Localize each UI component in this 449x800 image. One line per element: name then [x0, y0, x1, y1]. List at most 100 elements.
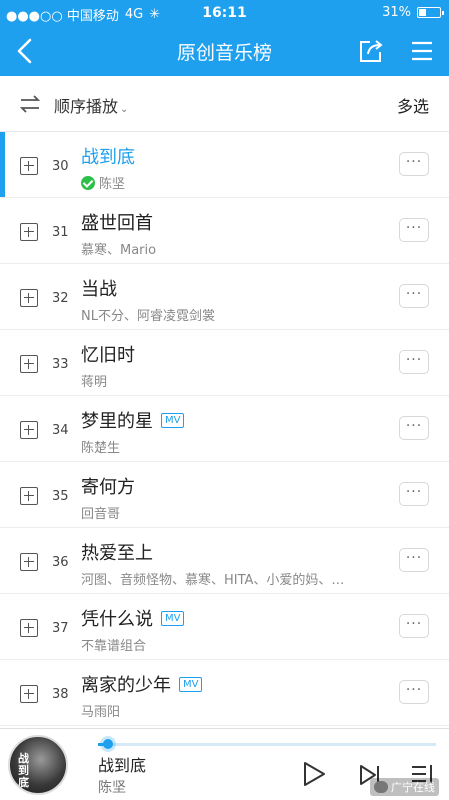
song-artist-line: 慕寒、Mario: [81, 239, 156, 258]
mv-badge[interactable]: MV: [179, 676, 203, 692]
song-artist-line: 陈楚生: [81, 437, 120, 456]
song-title-line: 盛世回首: [81, 209, 153, 235]
song-rank: 32: [52, 291, 69, 306]
song-title-line: 当战: [81, 275, 117, 301]
hamburger-menu-icon[interactable]: [409, 38, 435, 64]
watermark-text: 广宁在线: [391, 781, 435, 794]
song-artist: 蒋明: [81, 375, 108, 390]
progress-bar[interactable]: [98, 739, 436, 749]
more-options-button[interactable]: ···: [399, 152, 429, 176]
song-title: 热爱至上: [81, 543, 153, 564]
song-rank: 34: [52, 423, 69, 438]
song-title: 战到底: [81, 147, 135, 168]
song-artist: 不靠谱组合: [81, 639, 147, 654]
watermark: 广宁在线: [370, 778, 439, 796]
status-right: 31%: [382, 5, 444, 20]
song-row[interactable]: 33 忆旧时蒋明 ···: [0, 330, 449, 396]
sequential-play-icon[interactable]: [18, 92, 42, 116]
multi-select-button[interactable]: 多选: [397, 93, 429, 117]
song-title: 寄何方: [81, 477, 135, 498]
song-artist-line: 不靠谱组合: [81, 635, 146, 654]
cover-text: 战到底: [18, 752, 29, 789]
more-options-button[interactable]: ···: [399, 350, 429, 374]
wechat-icon: [374, 781, 388, 793]
song-rank: 31: [52, 225, 69, 240]
song-row[interactable]: 38 离家的少年 MV 马雨阳 ···: [0, 660, 449, 726]
song-row[interactable]: 37 凭什么说 MV 不靠谱组合 ···: [0, 594, 449, 660]
song-artist: 马雨阳: [81, 705, 121, 720]
song-artist-line: NL不分、阿睿凌霓剑裳: [81, 305, 215, 324]
add-icon[interactable]: [20, 289, 38, 307]
song-list: 30 战到底陈坚 ··· 31 盛世回首慕寒、Mario ··· 32 当战 NL不分、阿睿凌霓…: [0, 132, 449, 726]
add-icon[interactable]: [20, 619, 38, 637]
add-icon[interactable]: [20, 355, 38, 373]
more-options-button[interactable]: ···: [399, 680, 429, 704]
nav-bar: 原创音乐榜: [0, 26, 449, 76]
more-options-button[interactable]: ···: [399, 548, 429, 572]
song-row[interactable]: 31 盛世回首慕寒、Mario ···: [0, 198, 449, 264]
song-rank: 33: [52, 357, 69, 372]
chevron-down-icon: ⌄: [120, 104, 129, 115]
song-artist-line: 河图、音频怪物、慕寒、HITA、小爱的妈、…: [81, 569, 344, 588]
song-title-line: 热爱至上: [81, 539, 153, 565]
add-icon[interactable]: [20, 223, 38, 241]
song-title: 当战: [81, 279, 117, 300]
song-artist-line: 蒋明: [81, 371, 107, 390]
status-bar: ●●●○○ 中国移动 4G ✳ 16:11 31%: [0, 0, 449, 26]
song-artist-line: 马雨阳: [81, 701, 120, 720]
add-icon[interactable]: [20, 685, 38, 703]
more-options-button[interactable]: ···: [399, 614, 429, 638]
song-title-line: 战到底: [81, 143, 135, 169]
song-rank: 35: [52, 489, 69, 504]
song-rank: 37: [52, 621, 69, 636]
song-rank: 38: [52, 687, 69, 702]
more-options-button[interactable]: ···: [399, 218, 429, 242]
song-row[interactable]: 36 热爱至上河图、音频怪物、慕寒、HITA、小爱的妈、… ···: [0, 528, 449, 594]
song-row[interactable]: 30 战到底陈坚 ···: [0, 132, 449, 198]
song-title: 梦里的星: [81, 411, 153, 432]
song-rank: 36: [52, 555, 69, 570]
song-title: 凭什么说: [81, 609, 153, 630]
song-title-line: 忆旧时: [81, 341, 135, 367]
play-order-label: 顺序播放: [54, 97, 119, 116]
song-title-line: 凭什么说 MV: [81, 605, 185, 631]
song-rank: 30: [52, 159, 69, 174]
song-row[interactable]: 32 当战 NL不分、阿睿凌霓剑裳 ···: [0, 264, 449, 330]
song-title-line: 离家的少年 MV: [81, 671, 203, 697]
add-icon[interactable]: [20, 487, 38, 505]
share-icon[interactable]: [357, 37, 385, 65]
song-artist: 回音哥: [81, 507, 121, 522]
song-artist: 陈坚: [99, 177, 126, 192]
song-artist: 慕寒、Mario: [81, 243, 157, 258]
song-artist-line: 回音哥: [81, 503, 120, 522]
song-artist: 河图、音频怪物、慕寒、HITA、小爱的妈、…: [81, 573, 345, 588]
more-options-button[interactable]: ···: [399, 482, 429, 506]
song-title: 离家的少年: [81, 675, 171, 696]
now-playing-artist: 陈坚: [98, 780, 126, 796]
song-title: 忆旧时: [81, 345, 135, 366]
now-playing-bar[interactable]: 战到底 战到底 陈坚 广宁在线: [0, 728, 449, 800]
battery-percent: 31%: [382, 5, 411, 20]
add-icon[interactable]: [20, 553, 38, 571]
song-title-line: 梦里的星 MV: [81, 407, 185, 433]
add-icon[interactable]: [20, 421, 38, 439]
song-title-line: 寄何方: [81, 473, 135, 499]
song-artist: 陈楚生: [81, 441, 121, 456]
song-artist: NL不分、阿睿凌霓剑裳: [81, 309, 215, 324]
mv-badge[interactable]: MV: [161, 412, 185, 428]
now-playing-title: 战到底: [98, 756, 147, 775]
song-row[interactable]: 35 寄何方回音哥 ···: [0, 462, 449, 528]
song-row[interactable]: 34 梦里的星 MV 陈楚生 ···: [0, 396, 449, 462]
more-options-button[interactable]: ···: [399, 284, 429, 308]
more-options-button[interactable]: ···: [399, 416, 429, 440]
play-order-dropdown[interactable]: 顺序播放 ⌄: [54, 93, 128, 117]
add-icon[interactable]: [20, 157, 38, 175]
song-artist-line: 陈坚: [81, 173, 125, 192]
downloaded-check-icon: [81, 175, 95, 190]
play-icon[interactable]: [300, 760, 328, 788]
list-toolbar: 顺序播放 ⌄ 多选: [0, 76, 449, 132]
album-cover[interactable]: 战到底: [8, 735, 68, 795]
mv-badge[interactable]: MV: [161, 610, 185, 626]
battery-icon: [417, 7, 444, 18]
progress-knob[interactable]: [103, 739, 114, 749]
